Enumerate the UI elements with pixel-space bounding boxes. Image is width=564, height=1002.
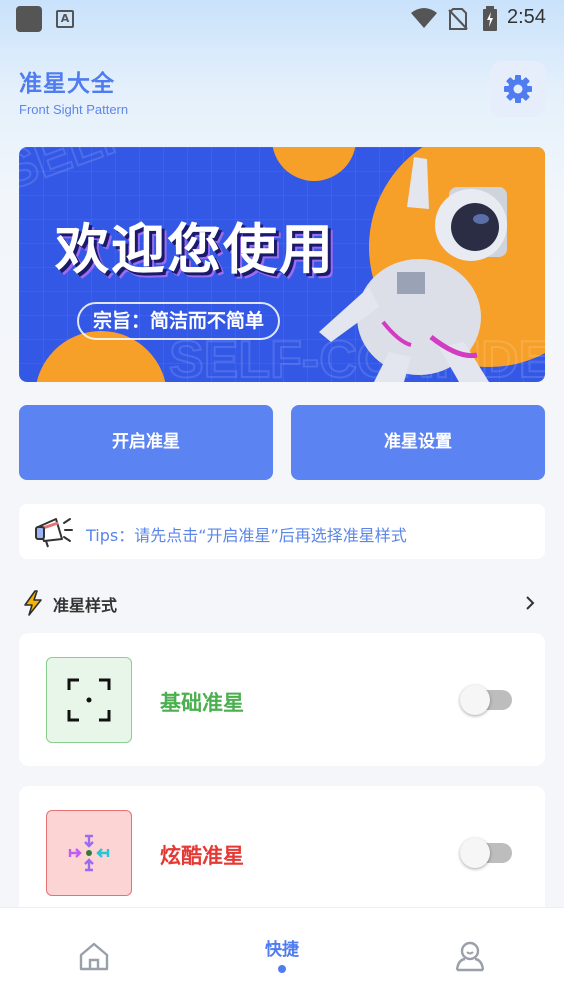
tips-bar: Tips：请先点击“开启准星”后再选择准星样式 bbox=[19, 504, 545, 559]
app-subtitle: Front Sight Pattern bbox=[19, 102, 129, 117]
basic-crosshair-preview bbox=[46, 657, 132, 743]
home-icon bbox=[79, 942, 109, 971]
nav-profile[interactable] bbox=[410, 908, 530, 1002]
chevron-right-icon[interactable] bbox=[524, 595, 536, 611]
a-icon: A bbox=[56, 10, 74, 28]
nav-home[interactable] bbox=[34, 908, 154, 1002]
nav-shortcut-label: 快捷 bbox=[265, 940, 299, 960]
app-icon bbox=[16, 6, 42, 32]
open-crosshair-button[interactable]: 开启准星 bbox=[19, 405, 273, 480]
cool-crosshair-icon bbox=[68, 834, 110, 872]
battery-charging-icon bbox=[483, 6, 497, 31]
nav-active-dot bbox=[278, 965, 286, 973]
basic-crosshair-toggle[interactable] bbox=[460, 685, 512, 715]
crosshair-label-basic: 基础准星 bbox=[160, 691, 244, 715]
crosshair-label-cool: 炫酷准星 bbox=[160, 844, 244, 868]
toggle-knob bbox=[460, 685, 490, 715]
nav-shortcut[interactable]: 快捷 bbox=[222, 908, 342, 1002]
banner-title: 欢迎您使用 bbox=[55, 218, 335, 281]
bottom-nav: 快捷 bbox=[0, 907, 564, 1002]
crosshair-card-cool[interactable]: 炫酷准星 bbox=[19, 786, 545, 919]
megaphone-icon bbox=[35, 518, 73, 548]
profile-icon bbox=[455, 941, 485, 972]
section-title: 准星样式 bbox=[53, 596, 118, 615]
welcome-banner[interactable]: SELF-CONFIDENCE SELF-CONFIDENCE 欢迎您使用 宗旨… bbox=[19, 147, 545, 382]
app-title: 准星大全 bbox=[19, 71, 115, 97]
no-sim-icon bbox=[448, 8, 468, 30]
wifi-icon bbox=[411, 8, 437, 28]
cool-crosshair-toggle[interactable] bbox=[460, 838, 512, 868]
crosshair-card-basic[interactable]: 基础准星 bbox=[19, 633, 545, 766]
cool-crosshair-preview bbox=[46, 810, 132, 896]
basic-crosshair-icon bbox=[67, 678, 111, 722]
crosshair-settings-button[interactable]: 准星设置 bbox=[291, 405, 545, 480]
status-time: 2:54 bbox=[507, 6, 546, 28]
toggle-knob bbox=[460, 838, 490, 868]
banner-tagline: 宗旨：简洁而不简单 bbox=[77, 302, 281, 340]
tips-text: Tips：请先点击“开启准星”后再选择准星样式 bbox=[86, 526, 407, 545]
status-bar: A 2:54 bbox=[0, 0, 564, 38]
gear-icon bbox=[504, 75, 532, 103]
app-header: 准星大全 Front Sight Pattern bbox=[19, 64, 128, 117]
lightning-icon bbox=[24, 590, 42, 616]
crosshair-style-header[interactable]: 准星样式 bbox=[19, 588, 545, 618]
settings-button[interactable] bbox=[490, 61, 546, 117]
